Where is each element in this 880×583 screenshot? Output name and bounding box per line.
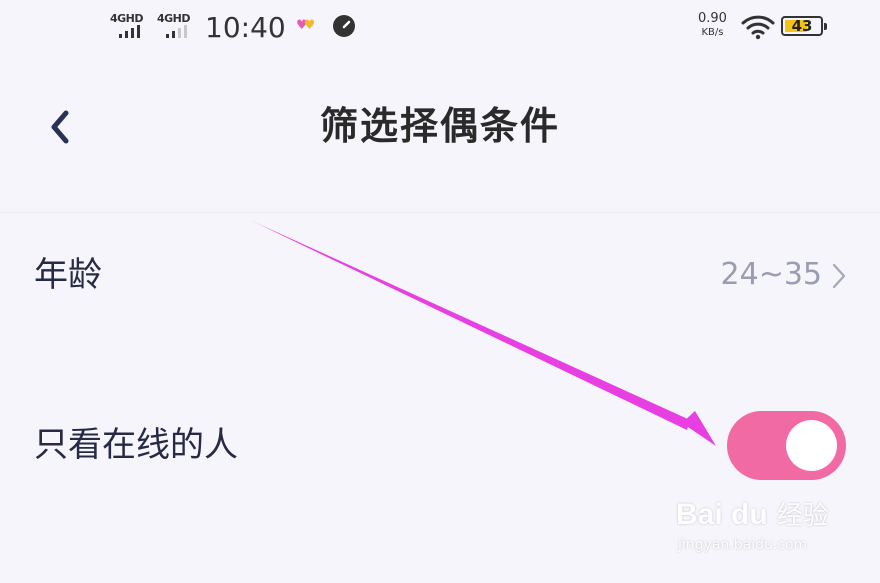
watermark: Bai du 经验 jingyan.baidu.com bbox=[676, 495, 829, 553]
watermark-brand: Bai du bbox=[676, 498, 768, 531]
watermark-url: jingyan.baidu.com bbox=[678, 537, 808, 553]
watermark-text: 经验 bbox=[776, 501, 829, 531]
